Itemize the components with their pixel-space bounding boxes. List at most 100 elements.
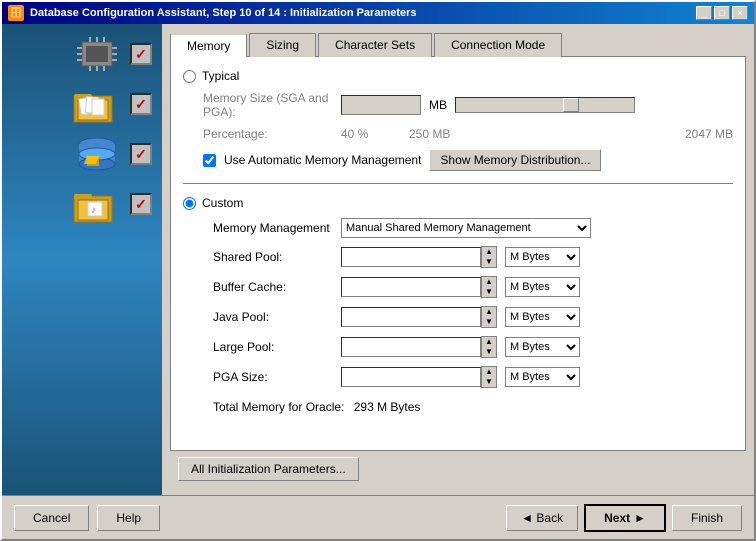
pga-down[interactable]: ▼ <box>482 377 496 387</box>
typical-label: Typical <box>202 69 239 83</box>
shared-pool-row: Shared Pool: 96 ▲ ▼ M Bytes <box>183 246 733 268</box>
buffer-cache-row: Buffer Cache: 18 ▲ ▼ M Bytes <box>183 276 733 298</box>
shared-pool-spinner: 96 ▲ ▼ <box>341 246 497 268</box>
check-icon-3: ✓ <box>130 143 152 165</box>
chip-icon <box>72 34 122 74</box>
buffer-cache-up[interactable]: ▲ <box>482 277 496 287</box>
cancel-button[interactable]: Cancel <box>14 505 89 531</box>
next-button[interactable]: Next ► <box>584 504 666 532</box>
pga-size-row: PGA Size: 204 ▲ ▼ M Bytes <box>183 366 733 388</box>
java-pool-up[interactable]: ▲ <box>482 307 496 317</box>
buffer-cache-input[interactable]: 18 <box>341 277 481 297</box>
total-value: 293 M Bytes <box>354 400 421 414</box>
window-body: ✓ ✓ <box>2 24 754 495</box>
shared-pool-unit[interactable]: M Bytes <box>505 247 580 267</box>
buffer-cache-label: Buffer Cache: <box>213 280 333 294</box>
typical-radio-row: Typical <box>183 69 733 83</box>
amm-label: Use Automatic Memory Management <box>224 153 421 167</box>
all-init-params-button[interactable]: All Initialization Parameters... <box>178 457 359 481</box>
large-pool-label: Large Pool: <box>213 340 333 354</box>
bottom-area: All Initialization Parameters... <box>170 451 746 487</box>
range-min: 250 MB <box>409 127 450 141</box>
database-icon <box>72 134 122 174</box>
shared-pool-down[interactable]: ▼ <box>482 257 496 267</box>
left-icon-folder1: ✓ <box>12 84 152 124</box>
help-button[interactable]: Help <box>97 505 160 531</box>
shared-pool-label: Shared Pool: <box>213 250 333 264</box>
folder-icon-1 <box>72 84 122 124</box>
left-icon-folder2: ♪ ✓ <box>12 184 152 224</box>
next-arrow-icon: ► <box>634 511 646 525</box>
memory-management-label: Memory Management <box>213 221 333 235</box>
typical-radio[interactable] <box>183 70 196 83</box>
amm-checkbox[interactable] <box>203 154 216 167</box>
memory-slider[interactable] <box>455 97 635 113</box>
pga-size-label: PGA Size: <box>213 370 333 384</box>
java-pool-label: Java Pool: <box>213 310 333 324</box>
minimize-button[interactable]: _ <box>696 6 712 20</box>
show-memory-button[interactable]: Show Memory Distribution... <box>429 149 601 171</box>
range-max: 2047 MB <box>685 127 733 141</box>
shared-pool-up[interactable]: ▲ <box>482 247 496 257</box>
check-icon-4: ✓ <box>130 193 152 215</box>
slider-thumb <box>563 98 579 112</box>
large-pool-unit[interactable]: M Bytes <box>505 337 580 357</box>
left-icon-chip: ✓ <box>12 34 152 74</box>
large-pool-row: Large Pool: 1 ▲ ▼ M Bytes <box>183 336 733 358</box>
java-pool-spinner: 50 ▲ ▼ <box>341 306 497 328</box>
large-pool-down[interactable]: ▼ <box>482 347 496 357</box>
svg-text:♪: ♪ <box>91 205 96 216</box>
java-pool-input[interactable]: 50 <box>341 307 481 327</box>
back-button[interactable]: ◄ Back <box>506 505 578 531</box>
java-pool-down[interactable]: ▼ <box>482 317 496 327</box>
memory-size-unit: MB <box>429 98 447 112</box>
custom-radio-row: Custom <box>183 196 733 210</box>
main-window: 🗄 Database Configuration Assistant, Step… <box>0 0 756 541</box>
memory-management-select[interactable]: Manual Shared Memory Management <box>341 218 591 238</box>
java-pool-row: Java Pool: 50 ▲ ▼ M Bytes <box>183 306 733 328</box>
finish-button[interactable]: Finish <box>672 505 742 531</box>
shared-pool-input[interactable]: 96 <box>341 247 481 267</box>
memory-size-label: Memory Size (SGA and PGA): <box>203 91 333 119</box>
maximize-button[interactable]: □ <box>714 6 730 20</box>
percentage-label: Percentage: <box>203 127 333 141</box>
memory-size-row: Memory Size (SGA and PGA): 818 MB <box>183 91 733 119</box>
amm-row: Use Automatic Memory Management Show Mem… <box>183 149 733 171</box>
percentage-row: Percentage: 40 % 250 MB 2047 MB <box>183 127 733 141</box>
pga-spinner: 204 ▲ ▼ <box>341 366 497 388</box>
large-pool-up[interactable]: ▲ <box>482 337 496 347</box>
pga-size-input[interactable]: 204 <box>341 367 481 387</box>
check-icon-1: ✓ <box>130 43 152 65</box>
left-panel: ✓ ✓ <box>2 24 162 495</box>
buffer-cache-unit[interactable]: M Bytes <box>505 277 580 297</box>
tab-character-sets[interactable]: Character Sets <box>318 33 432 57</box>
large-pool-input[interactable]: 1 <box>341 337 481 357</box>
memory-management-row: Memory Management Manual Shared Memory M… <box>183 218 733 238</box>
pga-up[interactable]: ▲ <box>482 367 496 377</box>
left-icon-db: ✓ <box>12 134 152 174</box>
close-button[interactable]: × <box>732 6 748 20</box>
right-content: Memory Sizing Character Sets Connection … <box>162 24 754 495</box>
buffer-cache-spinner: 18 ▲ ▼ <box>341 276 497 298</box>
percentage-value: 40 % <box>341 127 401 141</box>
app-icon: 🗄 <box>8 5 24 21</box>
tab-bar: Memory Sizing Character Sets Connection … <box>170 32 746 56</box>
tab-sizing[interactable]: Sizing <box>249 33 316 57</box>
pga-unit[interactable]: M Bytes <box>505 367 580 387</box>
folder-icon-2: ♪ <box>72 184 122 224</box>
tab-connection-mode[interactable]: Connection Mode <box>434 33 562 57</box>
tab-memory[interactable]: Memory <box>170 33 247 57</box>
back-arrow-icon: ◄ <box>521 511 533 525</box>
custom-radio[interactable] <box>183 197 196 210</box>
memory-size-input[interactable]: 818 <box>341 95 421 115</box>
title-bar: 🗄 Database Configuration Assistant, Step… <box>2 2 754 24</box>
java-pool-unit[interactable]: M Bytes <box>505 307 580 327</box>
custom-label: Custom <box>202 196 243 210</box>
footer-right-buttons: ◄ Back Next ► Finish <box>506 504 742 532</box>
buffer-cache-down[interactable]: ▼ <box>482 287 496 297</box>
total-memory-row: Total Memory for Oracle: 293 M Bytes <box>183 400 733 414</box>
large-pool-spinner: 1 ▲ ▼ <box>341 336 497 358</box>
check-icon-2: ✓ <box>130 93 152 115</box>
total-label: Total Memory for Oracle: <box>213 400 344 414</box>
tab-content: Typical Memory Size (SGA and PGA): 818 M… <box>170 56 746 451</box>
